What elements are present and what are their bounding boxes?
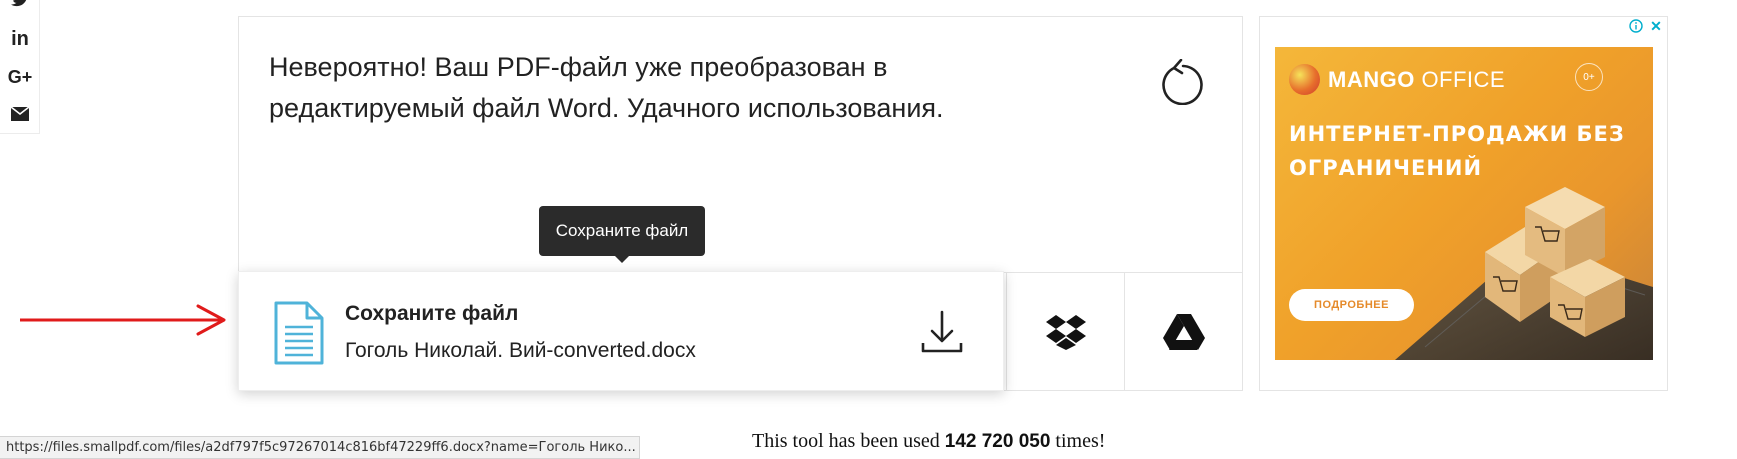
tooltip-text: Сохраните файл (555, 221, 689, 240)
link-status-url: https://files.smallpdf.com/files/a2df797… (0, 436, 640, 459)
ad-info-button[interactable] (1627, 17, 1645, 35)
ad-brand-light: OFFICE (1414, 67, 1506, 92)
google-plus-share-button[interactable]: G+ (0, 60, 40, 94)
save-to-dropbox-button[interactable] (1006, 273, 1124, 391)
info-icon (1629, 19, 1643, 33)
start-over-button[interactable] (1154, 53, 1212, 111)
twitter-share-button[interactable] (0, 0, 40, 16)
google-plus-icon: G+ (7, 66, 33, 87)
usage-prefix: This tool has been used (752, 430, 945, 452)
download-icon[interactable] (921, 310, 963, 354)
save-file-button[interactable]: Сохраните файл Гоголь Николай. Вий-conve… (238, 271, 1004, 391)
ad-age-rating: 0+ (1575, 63, 1603, 91)
usage-suffix: times! (1050, 430, 1106, 452)
usage-counter: This tool has been used 142 720 050 time… (752, 430, 1105, 453)
email-share-button[interactable] (0, 97, 40, 131)
ad-brand-bold: MANGO (1328, 67, 1415, 92)
reload-icon (1162, 59, 1203, 105)
save-to-google-drive-button[interactable] (1124, 273, 1242, 391)
annotation-arrow-icon (20, 304, 226, 336)
mango-office-ad[interactable]: MANGO OFFICE 0+ ИНТЕРНЕТ-ПРОДАЖИ БЕЗ ОГР… (1275, 47, 1653, 360)
tooltip-arrow (614, 255, 630, 263)
ad-close-button[interactable]: ✕ (1647, 17, 1665, 35)
dropbox-icon (1045, 315, 1086, 350)
success-message: Невероятно! Ваш PDF-файл уже преобразова… (269, 52, 944, 123)
linkedin-icon: in (11, 27, 29, 50)
mail-icon (11, 107, 29, 121)
ad-headline: ИНТЕРНЕТ-ПРОДАЖИ БЕЗ ОГРАНИЧЕНИЙ (1289, 122, 1625, 180)
mango-logo-icon (1289, 64, 1320, 95)
advertisement-frame: MANGO OFFICE 0+ ИНТЕРНЕТ-ПРОДАЖИ БЕЗ ОГР… (1259, 16, 1668, 391)
social-share-bar: in G+ (0, 0, 40, 134)
google-drive-icon (1162, 314, 1205, 350)
ad-brand-name: MANGO OFFICE (1328, 67, 1505, 93)
save-file-tooltip: Сохраните файл (539, 206, 705, 263)
ad-details-button[interactable]: ПОДРОБНЕЕ (1289, 289, 1414, 321)
linkedin-share-button[interactable]: in (0, 22, 40, 56)
save-file-title: Сохраните файл (345, 302, 519, 325)
twitter-icon (11, 0, 27, 7)
document-icon (274, 301, 324, 365)
usage-count: 142 720 050 (944, 431, 1051, 452)
converted-file-name: Гоголь Николай. Вий-converted.docx (345, 339, 696, 362)
